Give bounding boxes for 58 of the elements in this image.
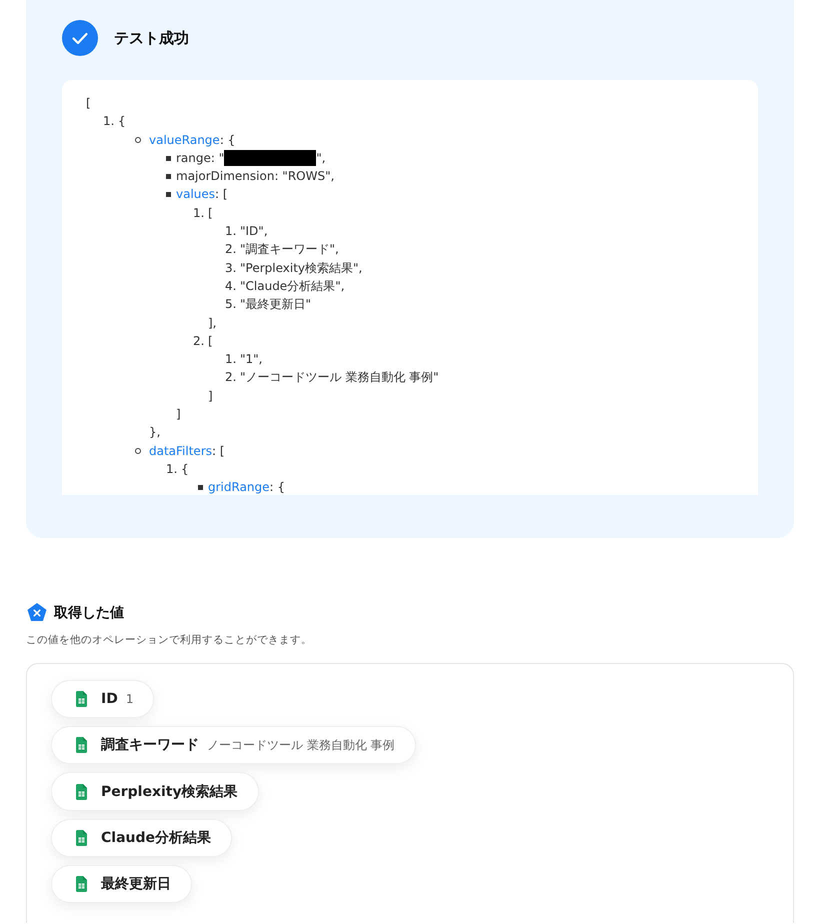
code-line: [ bbox=[86, 95, 91, 112]
json-key: valueRange bbox=[149, 130, 220, 149]
variable-icon bbox=[26, 602, 48, 623]
bullet-icon bbox=[166, 156, 171, 161]
spreadsheet-icon bbox=[76, 784, 87, 800]
value-chip[interactable]: 最終更新日 bbox=[51, 864, 192, 904]
code-text: "ID", bbox=[240, 223, 268, 240]
code-text: { bbox=[181, 460, 189, 478]
json-key: gridRange bbox=[208, 478, 270, 495]
code-text: ", bbox=[316, 150, 326, 167]
code-text: ], bbox=[208, 314, 216, 332]
spreadsheet-icon bbox=[76, 830, 87, 846]
list-number: 1. bbox=[193, 204, 204, 222]
list-number: 2. bbox=[225, 369, 236, 386]
bullet-icon bbox=[198, 484, 203, 490]
list-number: 2. bbox=[225, 241, 236, 258]
code-text: : { bbox=[220, 132, 236, 149]
status-title: テスト成功 bbox=[114, 28, 189, 48]
spreadsheet-icon bbox=[76, 691, 87, 708]
list-number: 1. bbox=[225, 351, 236, 368]
code-text: ] bbox=[176, 406, 181, 424]
bullet-icon bbox=[166, 192, 171, 198]
code-text: : { bbox=[270, 479, 286, 495]
list-number: 1. bbox=[166, 460, 178, 478]
code-text: : [ bbox=[212, 442, 225, 460]
bullet-icon bbox=[135, 136, 141, 143]
list-number: 2. bbox=[193, 332, 204, 350]
value-chip[interactable]: Perplexity検索結果 bbox=[51, 772, 259, 811]
code-text: majorDimension: "ROWS", bbox=[176, 168, 334, 186]
code-text: "Perplexity検索結果", bbox=[240, 260, 362, 277]
value-chip[interactable]: Claude分析結果 bbox=[51, 818, 232, 857]
json-key: values bbox=[176, 185, 216, 204]
section-description: この値を他のオペレーションで利用することができます。 bbox=[26, 633, 313, 647]
list-number: 1. bbox=[225, 223, 236, 240]
list-number: 3. bbox=[225, 260, 236, 277]
list-number: 5. bbox=[225, 296, 236, 314]
list-number: 4. bbox=[225, 278, 236, 295]
bullet-icon bbox=[135, 448, 141, 454]
value-chip[interactable]: ID 1 bbox=[51, 680, 154, 718]
code-text: "1", bbox=[240, 351, 262, 368]
code-text: ] bbox=[208, 388, 213, 405]
list-number: 1. bbox=[103, 113, 114, 130]
section-title: 取得した値 bbox=[54, 604, 124, 622]
json-key: dataFilters bbox=[149, 442, 212, 460]
code-text: : [ bbox=[215, 186, 228, 204]
code-text: "ノーコードツール 業務自動化 事例" bbox=[240, 369, 439, 386]
code-text: range: " bbox=[176, 150, 224, 167]
spreadsheet-icon bbox=[76, 876, 87, 892]
code-text: "調査キーワード", bbox=[240, 241, 339, 258]
value-chip[interactable]: 調査キーワード ノーコードツール 業務自動化 事例 bbox=[51, 726, 416, 764]
bullet-icon bbox=[166, 174, 171, 179]
code-text: [ bbox=[208, 204, 213, 222]
code-text: "最終更新日" bbox=[240, 296, 312, 314]
code-text: "Claude分析結果", bbox=[240, 278, 345, 295]
code-text: { bbox=[118, 113, 126, 130]
spreadsheet-icon bbox=[76, 737, 87, 754]
code-text: }, bbox=[149, 424, 160, 442]
code-text: [ bbox=[208, 332, 213, 350]
